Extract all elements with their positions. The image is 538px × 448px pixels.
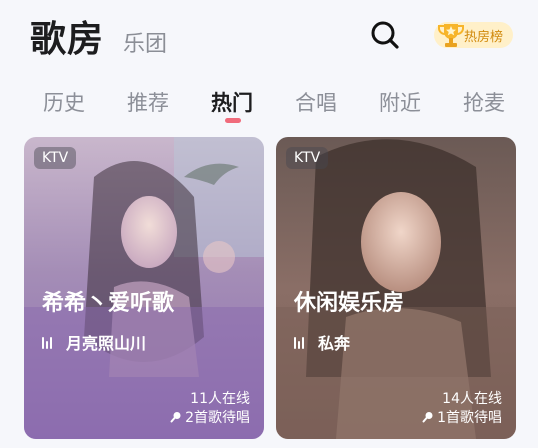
room-host: 月亮照山川 — [66, 334, 147, 353]
active-tab-indicator — [225, 118, 241, 123]
ktv-badge: KTV — [286, 147, 329, 169]
tab-chorus[interactable]: 合唱 — [295, 87, 337, 117]
sound-wave-icon — [42, 335, 58, 349]
tab-history[interactable]: 历史 — [43, 87, 85, 117]
page-title: 歌房 — [30, 19, 105, 60]
tab-grab-mic[interactable]: 抢麦 — [463, 87, 505, 117]
ktv-badge: KTV — [34, 147, 77, 169]
tab-recommended[interactable]: 推荐 — [127, 87, 169, 117]
online-count: 14人在线 — [442, 391, 502, 407]
song-queue-count: 2首歌待唱 — [185, 410, 250, 426]
top-header: 歌房 乐团 热房榜 — [0, 0, 538, 80]
song-queue-count: 1首歌待唱 — [437, 410, 502, 426]
room-card[interactable]: KTV 希希丶爱听歌 月亮照山川 11人在线 2首歌待唱 — [24, 137, 264, 439]
trophy-icon — [438, 24, 464, 47]
tab-hot[interactable]: 热门 — [211, 87, 253, 117]
band-tab[interactable]: 乐团 — [123, 26, 167, 58]
sound-wave-icon — [294, 335, 310, 349]
microphone-icon — [170, 412, 181, 423]
room-host: 私奔 — [318, 334, 351, 353]
room-card[interactable]: KTV 休闲娱乐房 私奔 14人在线 1首歌待唱 — [276, 137, 516, 439]
online-count: 11人在线 — [190, 391, 250, 407]
tab-nearby[interactable]: 附近 — [379, 87, 421, 117]
room-name: 希希丶爱听歌 — [42, 291, 175, 316]
search-icon[interactable] — [368, 18, 402, 52]
microphone-icon — [422, 412, 433, 423]
category-tabs: 历史 推荐 热门 合唱 附近 抢麦 — [0, 84, 538, 124]
hot-room-rank-button[interactable]: 热房榜 — [434, 20, 514, 50]
room-name: 休闲娱乐房 — [294, 291, 405, 316]
